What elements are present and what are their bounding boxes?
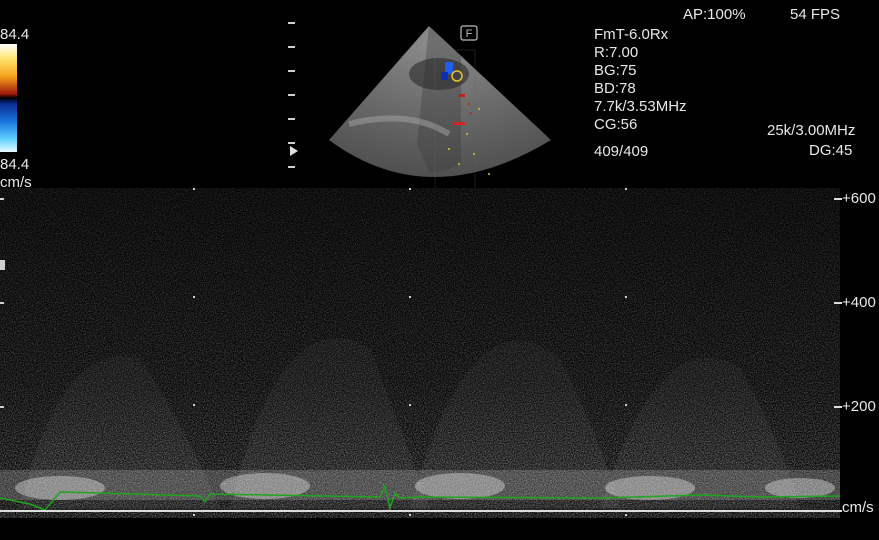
velocity-label-400: +400 [842, 294, 876, 311]
spectrum-baseline [0, 510, 840, 512]
frame-rate: 54 FPS [790, 6, 841, 23]
color-scale-top-value: 84.4 [0, 26, 30, 43]
doppler-prf: 25k/3.00MHz [767, 122, 856, 139]
imaging-parameters: FmT-6.0Rx R:7.00 BG:75 BD:78 7.7k/3.53MH… [594, 26, 687, 161]
velocity-label-200: +200 [842, 398, 876, 415]
bmode-sector-image: F [329, 25, 551, 191]
color-gain-param: CG:56 [594, 116, 638, 133]
bg-param: BG:75 [594, 62, 637, 79]
resolution-param: R:7.00 [594, 44, 639, 61]
frequency-param: 7.7k/3.53MHz [594, 98, 687, 115]
velocity-label-600: +600 [842, 190, 876, 207]
acoustic-power: AP:100% [683, 6, 746, 23]
time-markers [0, 188, 627, 516]
color-scale-bottom-value: 84.4 [0, 156, 30, 173]
color-velocity-bar [0, 44, 17, 152]
probe-preset: FmT-6.0Rx [594, 26, 669, 43]
velocity-unit: cm/s [842, 499, 874, 516]
frame-counter: 409/409 [594, 143, 649, 160]
bd-param: BD:78 [594, 80, 636, 97]
doppler-gain: DG:45 [809, 142, 853, 159]
focus-marker: F [466, 28, 473, 40]
